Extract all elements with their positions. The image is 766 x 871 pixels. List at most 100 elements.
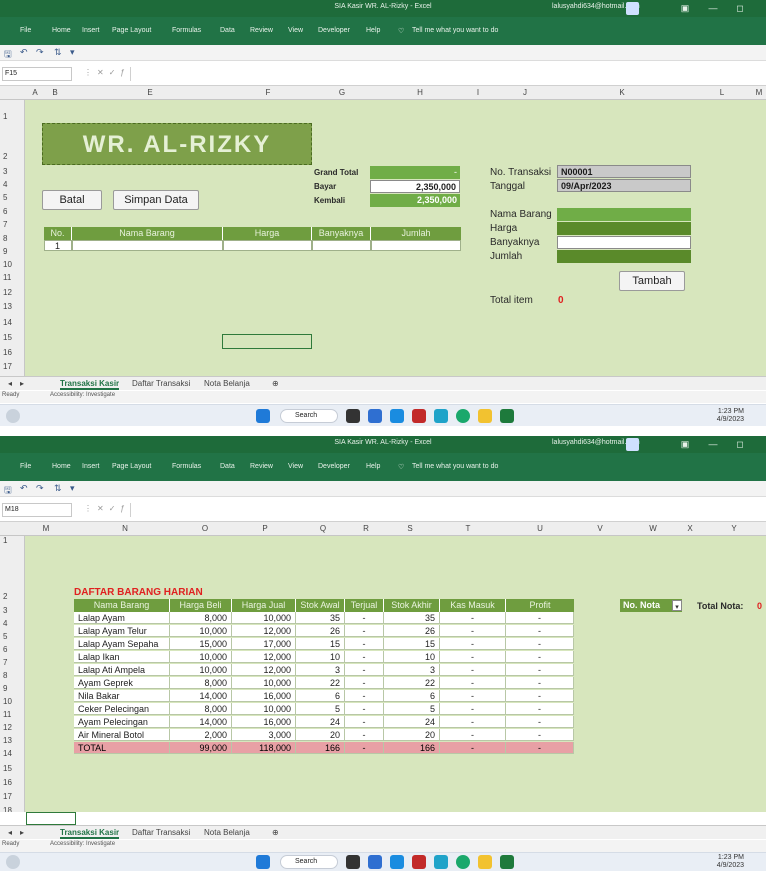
redo-icon[interactable]: ↷ <box>36 483 44 494</box>
total-row-cell[interactable]: - <box>506 742 574 754</box>
edge-icon[interactable] <box>456 855 470 869</box>
table-cell[interactable]: 10 <box>296 651 345 663</box>
sheet-next-icon[interactable]: ▸ <box>20 828 24 837</box>
table-cell[interactable]: 5 <box>384 703 440 715</box>
table-cell[interactable]: 8,000 <box>170 612 232 624</box>
table-cell[interactable]: 10,000 <box>170 625 232 637</box>
tab-file[interactable]: File <box>20 463 31 470</box>
table-cell[interactable]: 5 <box>296 703 345 715</box>
row-header[interactable]: 9 <box>0 247 24 256</box>
col-header[interactable]: Y <box>724 524 744 533</box>
sort-icon[interactable]: ⇅ <box>54 483 62 494</box>
table-cell[interactable]: 3 <box>384 664 440 676</box>
tab-page-layout[interactable]: Page Layout <box>112 27 151 34</box>
table-cell[interactable]: 8,000 <box>170 677 232 689</box>
table-cell[interactable]: 10,000 <box>232 703 296 715</box>
table-cell[interactable]: - <box>440 729 506 741</box>
table-cell[interactable]: Lalap Ati Ampela <box>74 664 170 676</box>
col-header[interactable]: F <box>258 88 278 97</box>
tab-insert[interactable]: Insert <box>82 463 100 470</box>
row-header[interactable]: 14 <box>0 749 24 758</box>
table-cell[interactable]: Lalap Ayam Sepaha <box>74 638 170 650</box>
col-header[interactable]: K <box>612 88 632 97</box>
table-cell[interactable]: 3 <box>296 664 345 676</box>
edge-icon[interactable] <box>456 409 470 423</box>
formula-input[interactable] <box>130 67 766 81</box>
selected-cell[interactable] <box>26 812 76 825</box>
table-cell[interactable]: 12,000 <box>232 651 296 663</box>
tab-developer[interactable]: Developer <box>318 27 350 34</box>
sort-icon[interactable]: ⇅ <box>54 47 62 58</box>
table-cell[interactable]: - <box>440 625 506 637</box>
table-cell[interactable]: - <box>345 612 384 624</box>
table-cell[interactable]: Lalap Ayam Telur <box>74 625 170 637</box>
table-cell[interactable]: - <box>440 703 506 715</box>
total-row-cell[interactable]: 99,000 <box>170 742 232 754</box>
row-header[interactable]: 6 <box>0 207 24 216</box>
row-header[interactable]: 14 <box>0 318 24 327</box>
accessibility-status[interactable]: Accessibility: Investigate <box>50 392 115 398</box>
col-header[interactable]: V <box>590 524 610 533</box>
widgets-icon[interactable] <box>6 855 20 869</box>
table-cell[interactable]: - <box>506 716 574 728</box>
sheet-prev-icon[interactable]: ◂ <box>8 828 12 837</box>
col-header[interactable]: P <box>255 524 275 533</box>
row-header[interactable]: 2 <box>0 592 24 601</box>
table-cell[interactable]: - <box>345 651 384 663</box>
row-header[interactable]: 10 <box>0 697 24 706</box>
sheet-tab-daftar-transaksi[interactable]: Daftar Transaksi <box>132 379 190 388</box>
bayar-input[interactable]: 2,350,000 <box>370 180 460 193</box>
col-header[interactable]: W <box>643 524 663 533</box>
app-icon[interactable] <box>412 855 426 869</box>
table-cell[interactable]: 22 <box>296 677 345 689</box>
batal-button[interactable]: Batal <box>42 190 102 210</box>
row-header[interactable]: 7 <box>0 658 24 667</box>
app-icon[interactable] <box>412 409 426 423</box>
table-cell[interactable]: 10,000 <box>170 664 232 676</box>
row-header[interactable]: 5 <box>0 193 24 202</box>
customize-chevron-icon[interactable]: ▾ <box>70 483 75 494</box>
row-header[interactable]: 13 <box>0 302 24 311</box>
table-cell[interactable]: 10,000 <box>232 677 296 689</box>
total-row-cell[interactable]: 166 <box>384 742 440 754</box>
table-cell[interactable]: 15 <box>384 638 440 650</box>
table-cell[interactable]: - <box>506 690 574 702</box>
tab-file[interactable]: File <box>20 27 31 34</box>
col-header[interactable]: S <box>400 524 420 533</box>
table-cell[interactable]: - <box>440 690 506 702</box>
table-cell[interactable]: Ayam Pelecingan <box>74 716 170 728</box>
table-cell[interactable]: - <box>440 612 506 624</box>
table-cell[interactable]: 14,000 <box>170 690 232 702</box>
row-header[interactable]: 5 <box>0 632 24 641</box>
table-cell[interactable]: 35 <box>384 612 440 624</box>
avatar[interactable] <box>626 2 639 15</box>
minimize-icon[interactable]: — <box>706 1 720 15</box>
row-header[interactable]: 7 <box>0 220 24 229</box>
col-header[interactable]: B <box>45 88 65 97</box>
tab-insert[interactable]: Insert <box>82 27 100 34</box>
table-cell[interactable]: 20 <box>296 729 345 741</box>
table-cell[interactable]: - <box>345 677 384 689</box>
row-header[interactable]: 1 <box>0 536 24 545</box>
taskbar-search[interactable]: Search <box>280 855 338 869</box>
table-cell[interactable]: Nila Bakar <box>74 690 170 702</box>
sheet-tab-daftar-transaksi[interactable]: Daftar Transaksi <box>132 828 190 837</box>
table-cell[interactable]: 17,000 <box>232 638 296 650</box>
total-row-cell[interactable]: - <box>440 742 506 754</box>
table-cell[interactable] <box>312 240 371 251</box>
table-cell[interactable]: - <box>506 625 574 637</box>
table-cell[interactable]: 16,000 <box>232 716 296 728</box>
total-row-cell[interactable]: 166 <box>296 742 345 754</box>
name-box[interactable]: M18 <box>2 503 72 517</box>
tab-home[interactable]: Home <box>52 463 71 470</box>
table-cell[interactable]: Lalap Ikan <box>74 651 170 663</box>
table-cell[interactable] <box>371 240 461 251</box>
ribbon-display-icon[interactable]: ▣ <box>678 1 692 15</box>
sheet-next-icon[interactable]: ▸ <box>20 379 24 388</box>
table-cell[interactable]: - <box>345 703 384 715</box>
table-cell[interactable]: 10,000 <box>170 651 232 663</box>
table-cell[interactable]: 16,000 <box>232 690 296 702</box>
tell-me-search[interactable]: Tell me what you want to do <box>412 27 498 34</box>
tab-home[interactable]: Home <box>52 27 71 34</box>
clock[interactable]: 1:23 PM 4/9/2023 <box>690 408 744 424</box>
